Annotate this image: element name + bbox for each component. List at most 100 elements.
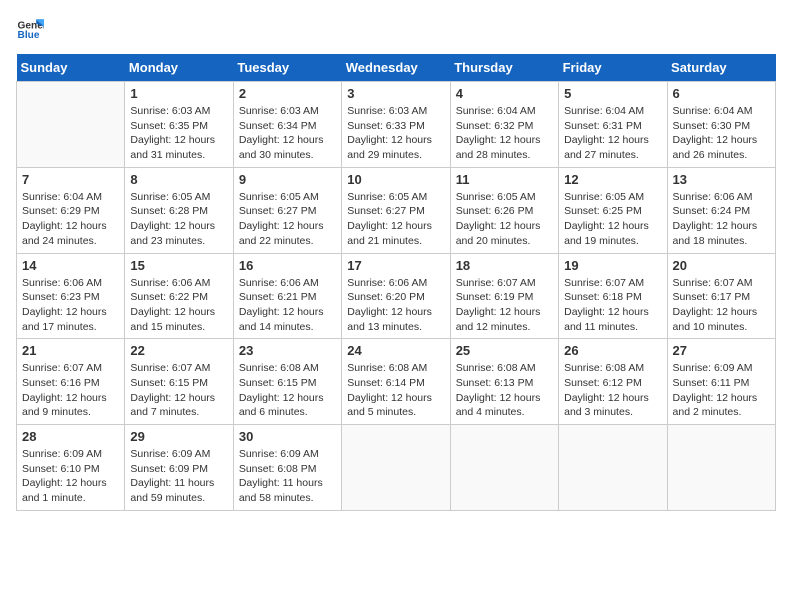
cell-content: Sunrise: 6:07 AMSunset: 6:18 PMDaylight:… xyxy=(564,276,661,335)
day-number: 8 xyxy=(130,172,227,187)
weekday-header-tuesday: Tuesday xyxy=(233,54,341,82)
day-number: 29 xyxy=(130,429,227,444)
cell-content: Sunrise: 6:06 AMSunset: 6:24 PMDaylight:… xyxy=(673,190,770,249)
day-number: 3 xyxy=(347,86,444,101)
calendar-cell: 17 Sunrise: 6:06 AMSunset: 6:20 PMDayligh… xyxy=(342,253,450,339)
calendar-cell: 15 Sunrise: 6:06 AMSunset: 6:22 PMDayligh… xyxy=(125,253,233,339)
calendar-cell: 21 Sunrise: 6:07 AMSunset: 6:16 PMDayligh… xyxy=(17,339,125,425)
calendar-cell: 26 Sunrise: 6:08 AMSunset: 6:12 PMDayligh… xyxy=(559,339,667,425)
cell-content: Sunrise: 6:04 AMSunset: 6:31 PMDaylight:… xyxy=(564,104,661,163)
logo: General Blue xyxy=(16,16,44,44)
calendar-cell: 4Sunrise: 6:04 AMSunset: 6:32 PMDaylight… xyxy=(450,82,558,168)
calendar-cell: 24 Sunrise: 6:08 AMSunset: 6:14 PMDayligh… xyxy=(342,339,450,425)
cell-content: Sunrise: 6:08 AMSunset: 6:15 PMDaylight:… xyxy=(239,361,336,420)
calendar-week-1: 1 Sunrise: 6:03 AMSunset: 6:35 PMDaylight… xyxy=(17,82,776,168)
cell-content: Sunrise: 6:04 AMSunset: 6:32 PMDaylight:… xyxy=(456,104,553,163)
calendar-week-3: 14Sunrise: 6:06 AMSunset: 6:23 PMDayligh… xyxy=(17,253,776,339)
cell-content: Sunrise: 6:08 AMSunset: 6:12 PMDaylight:… xyxy=(564,361,661,420)
cell-content: Sunrise: 6:07 AMSunset: 6:16 PMDaylight:… xyxy=(22,361,119,420)
cell-content: Sunrise: 6:05 AMSunset: 6:27 PMDaylight:… xyxy=(239,190,336,249)
weekday-header-thursday: Thursday xyxy=(450,54,558,82)
cell-content: Sunrise: 6:06 AMSunset: 6:21 PMDaylight:… xyxy=(239,276,336,335)
cell-content: Sunrise: 6:08 AMSunset: 6:14 PMDaylight:… xyxy=(347,361,444,420)
cell-content: Sunrise: 6:07 AMSunset: 6:15 PMDaylight:… xyxy=(130,361,227,420)
calendar-cell xyxy=(450,425,558,511)
day-number: 25 xyxy=(456,343,553,358)
calendar-cell: 29 Sunrise: 6:09 AMSunset: 6:09 PMDayligh… xyxy=(125,425,233,511)
cell-content: Sunrise: 6:05 AMSunset: 6:28 PMDaylight:… xyxy=(130,190,227,249)
calendar-cell xyxy=(17,82,125,168)
calendar-cell: 7 Sunrise: 6:04 AMSunset: 6:29 PMDaylight… xyxy=(17,167,125,253)
day-number: 5 xyxy=(564,86,661,101)
day-number: 24 xyxy=(347,343,444,358)
calendar-cell: 11 Sunrise: 6:05 AMSunset: 6:26 PMDayligh… xyxy=(450,167,558,253)
calendar-cell: 8 Sunrise: 6:05 AMSunset: 6:28 PMDaylight… xyxy=(125,167,233,253)
calendar-cell: 22 Sunrise: 6:07 AMSunset: 6:15 PMDayligh… xyxy=(125,339,233,425)
day-number: 13 xyxy=(673,172,770,187)
calendar-cell: 14Sunrise: 6:06 AMSunset: 6:23 PMDayligh… xyxy=(17,253,125,339)
calendar-cell: 28 Sunrise: 6:09 AMSunset: 6:10 PMDayligh… xyxy=(17,425,125,511)
day-number: 30 xyxy=(239,429,336,444)
day-number: 11 xyxy=(456,172,553,187)
calendar-cell: 19 Sunrise: 6:07 AMSunset: 6:18 PMDayligh… xyxy=(559,253,667,339)
cell-content: Sunrise: 6:07 AMSunset: 6:19 PMDaylight:… xyxy=(456,276,553,335)
cell-content: Sunrise: 6:03 AMSunset: 6:34 PMDaylight:… xyxy=(239,104,336,163)
calendar-cell xyxy=(667,425,775,511)
weekday-header-sunday: Sunday xyxy=(17,54,125,82)
cell-content: Sunrise: 6:09 AMSunset: 6:10 PMDaylight:… xyxy=(22,447,119,506)
cell-content: Sunrise: 6:05 AMSunset: 6:26 PMDaylight:… xyxy=(456,190,553,249)
weekday-header-wednesday: Wednesday xyxy=(342,54,450,82)
day-number: 23 xyxy=(239,343,336,358)
calendar-cell xyxy=(342,425,450,511)
day-number: 28 xyxy=(22,429,119,444)
calendar-cell: 9Sunrise: 6:05 AMSunset: 6:27 PMDaylight… xyxy=(233,167,341,253)
cell-content: Sunrise: 6:08 AMSunset: 6:13 PMDaylight:… xyxy=(456,361,553,420)
weekday-header-saturday: Saturday xyxy=(667,54,775,82)
day-number: 7 xyxy=(22,172,119,187)
cell-content: Sunrise: 6:05 AMSunset: 6:25 PMDaylight:… xyxy=(564,190,661,249)
cell-content: Sunrise: 6:09 AMSunset: 6:11 PMDaylight:… xyxy=(673,361,770,420)
day-number: 18 xyxy=(456,258,553,273)
cell-content: Sunrise: 6:03 AMSunset: 6:35 PMDaylight:… xyxy=(130,104,227,163)
calendar-cell: 6 Sunrise: 6:04 AMSunset: 6:30 PMDaylight… xyxy=(667,82,775,168)
weekday-header-monday: Monday xyxy=(125,54,233,82)
day-number: 16 xyxy=(239,258,336,273)
cell-content: Sunrise: 6:04 AMSunset: 6:30 PMDaylight:… xyxy=(673,104,770,163)
day-number: 6 xyxy=(673,86,770,101)
cell-content: Sunrise: 6:09 AMSunset: 6:08 PMDaylight:… xyxy=(239,447,336,506)
calendar-cell: 25 Sunrise: 6:08 AMSunset: 6:13 PMDayligh… xyxy=(450,339,558,425)
calendar-week-4: 21 Sunrise: 6:07 AMSunset: 6:16 PMDayligh… xyxy=(17,339,776,425)
day-number: 19 xyxy=(564,258,661,273)
svg-text:Blue: Blue xyxy=(18,30,40,41)
calendar-cell xyxy=(559,425,667,511)
calendar-table: SundayMondayTuesdayWednesdayThursdayFrid… xyxy=(16,54,776,511)
calendar-cell: 1 Sunrise: 6:03 AMSunset: 6:35 PMDaylight… xyxy=(125,82,233,168)
day-number: 2 xyxy=(239,86,336,101)
cell-content: Sunrise: 6:09 AMSunset: 6:09 PMDaylight:… xyxy=(130,447,227,506)
calendar-week-5: 28 Sunrise: 6:09 AMSunset: 6:10 PMDayligh… xyxy=(17,425,776,511)
day-number: 26 xyxy=(564,343,661,358)
cell-content: Sunrise: 6:06 AMSunset: 6:22 PMDaylight:… xyxy=(130,276,227,335)
day-number: 12 xyxy=(564,172,661,187)
cell-content: Sunrise: 6:07 AMSunset: 6:17 PMDaylight:… xyxy=(673,276,770,335)
day-number: 15 xyxy=(130,258,227,273)
day-number: 27 xyxy=(673,343,770,358)
day-number: 20 xyxy=(673,258,770,273)
day-number: 21 xyxy=(22,343,119,358)
day-number: 22 xyxy=(130,343,227,358)
calendar-cell: 16 Sunrise: 6:06 AMSunset: 6:21 PMDayligh… xyxy=(233,253,341,339)
weekday-header-row: SundayMondayTuesdayWednesdayThursdayFrid… xyxy=(17,54,776,82)
cell-content: Sunrise: 6:06 AMSunset: 6:23 PMDaylight:… xyxy=(22,276,119,335)
cell-content: Sunrise: 6:05 AMSunset: 6:27 PMDaylight:… xyxy=(347,190,444,249)
day-number: 17 xyxy=(347,258,444,273)
calendar-cell: 2 Sunrise: 6:03 AMSunset: 6:34 PMDaylight… xyxy=(233,82,341,168)
page-header: General Blue xyxy=(16,16,776,44)
calendar-cell: 5 Sunrise: 6:04 AMSunset: 6:31 PMDaylight… xyxy=(559,82,667,168)
day-number: 1 xyxy=(130,86,227,101)
cell-content: Sunrise: 6:06 AMSunset: 6:20 PMDaylight:… xyxy=(347,276,444,335)
cell-content: Sunrise: 6:04 AMSunset: 6:29 PMDaylight:… xyxy=(22,190,119,249)
logo-icon: General Blue xyxy=(16,16,44,44)
calendar-week-2: 7 Sunrise: 6:04 AMSunset: 6:29 PMDaylight… xyxy=(17,167,776,253)
calendar-cell: 3Sunrise: 6:03 AMSunset: 6:33 PMDaylight… xyxy=(342,82,450,168)
calendar-cell: 10Sunrise: 6:05 AMSunset: 6:27 PMDayligh… xyxy=(342,167,450,253)
